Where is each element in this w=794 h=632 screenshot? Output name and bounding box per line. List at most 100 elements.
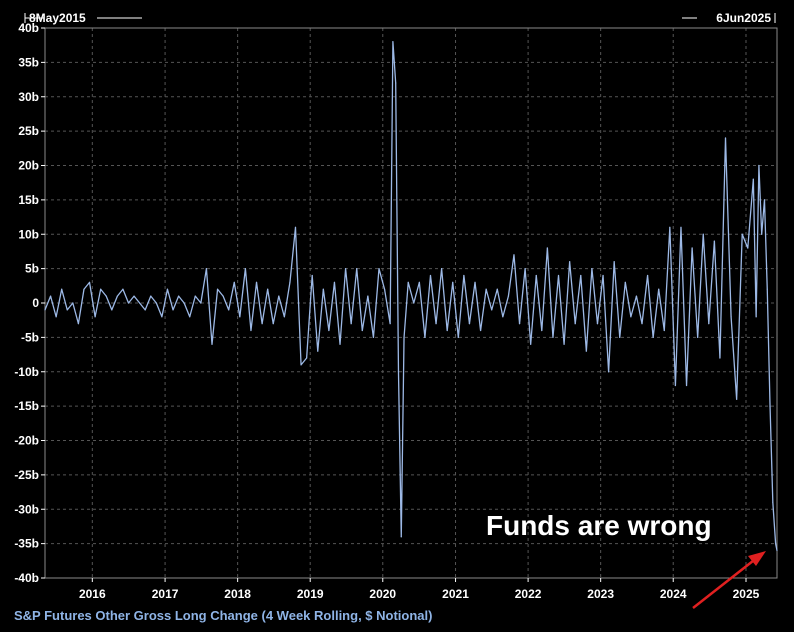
data-point bbox=[161, 316, 163, 318]
y-tick-label: 15b bbox=[18, 193, 39, 207]
y-tick-label: 30b bbox=[18, 90, 39, 104]
data-point bbox=[769, 405, 771, 407]
y-tick-label: -20b bbox=[14, 434, 39, 448]
data-point bbox=[429, 274, 432, 277]
data-point bbox=[356, 268, 358, 270]
data-point bbox=[775, 543, 777, 545]
data-point bbox=[328, 329, 330, 332]
data-point bbox=[55, 316, 57, 318]
data-point bbox=[766, 288, 768, 290]
data-point bbox=[441, 268, 443, 270]
data-point bbox=[311, 274, 313, 277]
data-point bbox=[569, 261, 571, 263]
data-point bbox=[322, 288, 324, 290]
data-point bbox=[72, 302, 74, 304]
data-point bbox=[211, 343, 213, 345]
data-point bbox=[155, 302, 157, 304]
line-chart: 40b35b30b25b20b15b10b5b0-5b-10b-15b-20b-… bbox=[0, 0, 794, 632]
data-point bbox=[61, 288, 63, 290]
data-point bbox=[474, 281, 476, 283]
data-point bbox=[658, 288, 660, 290]
x-tick-label: 2020 bbox=[369, 587, 396, 601]
data-point bbox=[397, 371, 400, 373]
data-point bbox=[344, 268, 347, 270]
data-point bbox=[752, 178, 754, 180]
data-point bbox=[94, 316, 96, 318]
data-point bbox=[452, 281, 454, 283]
data-point bbox=[697, 336, 699, 338]
data-point bbox=[244, 268, 246, 270]
data-point bbox=[424, 336, 426, 338]
data-point bbox=[457, 336, 459, 338]
data-point bbox=[267, 288, 269, 290]
data-point bbox=[383, 288, 386, 290]
x-tick-label: 2023 bbox=[587, 587, 614, 601]
y-tick-label: 25b bbox=[18, 124, 39, 138]
data-point bbox=[378, 268, 380, 270]
end-date-label: 6Jun2025 bbox=[716, 11, 771, 25]
data-point bbox=[418, 281, 420, 283]
data-point bbox=[435, 323, 437, 325]
data-point bbox=[139, 302, 141, 304]
data-point bbox=[389, 323, 391, 325]
data-point bbox=[761, 233, 763, 235]
data-point bbox=[524, 268, 526, 270]
data-point bbox=[736, 398, 738, 400]
data-point bbox=[278, 295, 280, 297]
data-point bbox=[361, 329, 363, 332]
data-point bbox=[216, 288, 219, 290]
data-point bbox=[272, 323, 274, 325]
data-point bbox=[708, 323, 710, 325]
data-point bbox=[772, 501, 774, 503]
data-point bbox=[713, 240, 715, 242]
y-tick-label: -25b bbox=[14, 468, 39, 482]
x-tick-label: 2025 bbox=[733, 587, 760, 601]
data-point bbox=[228, 309, 230, 311]
data-point bbox=[133, 295, 135, 297]
data-point bbox=[400, 536, 402, 538]
data-point bbox=[413, 302, 415, 304]
data-point bbox=[574, 323, 576, 325]
data-point bbox=[339, 343, 341, 345]
data-point bbox=[172, 309, 174, 311]
data-point bbox=[77, 323, 79, 325]
data-point bbox=[719, 357, 721, 359]
data-point bbox=[546, 247, 548, 249]
data-point bbox=[479, 329, 482, 332]
y-tick-label: -40b bbox=[14, 571, 39, 585]
data-point bbox=[83, 288, 85, 290]
data-point bbox=[100, 288, 102, 290]
data-point bbox=[596, 323, 599, 325]
data-point bbox=[261, 323, 263, 325]
data-point bbox=[513, 254, 515, 256]
y-tick-label: 0 bbox=[32, 296, 39, 310]
data-point bbox=[468, 323, 471, 325]
data-point bbox=[222, 295, 224, 297]
data-point bbox=[166, 288, 169, 290]
x-tick-label: 2017 bbox=[152, 587, 179, 601]
data-point bbox=[88, 281, 91, 283]
legend-series-label: S&P Futures Other Gross Long Change (4 W… bbox=[14, 608, 432, 623]
data-point bbox=[758, 164, 760, 167]
data-point bbox=[535, 274, 537, 277]
data-point bbox=[250, 329, 252, 332]
data-point bbox=[557, 274, 560, 277]
y-tick-label: -30b bbox=[14, 502, 39, 516]
data-point bbox=[294, 226, 297, 228]
data-point bbox=[674, 384, 677, 387]
data-point bbox=[205, 268, 208, 270]
y-tick-label: -15b bbox=[14, 399, 39, 413]
data-point bbox=[747, 247, 749, 249]
data-point bbox=[669, 226, 671, 228]
data-point bbox=[372, 336, 375, 338]
data-point bbox=[685, 384, 688, 387]
data-point bbox=[289, 281, 291, 283]
data-point bbox=[446, 329, 448, 332]
data-point bbox=[530, 343, 532, 345]
data-point bbox=[776, 549, 778, 552]
x-tick-label: 2021 bbox=[442, 587, 469, 601]
data-point bbox=[730, 316, 732, 318]
data-point bbox=[619, 336, 621, 338]
data-point bbox=[333, 281, 336, 283]
data-point bbox=[591, 268, 593, 270]
